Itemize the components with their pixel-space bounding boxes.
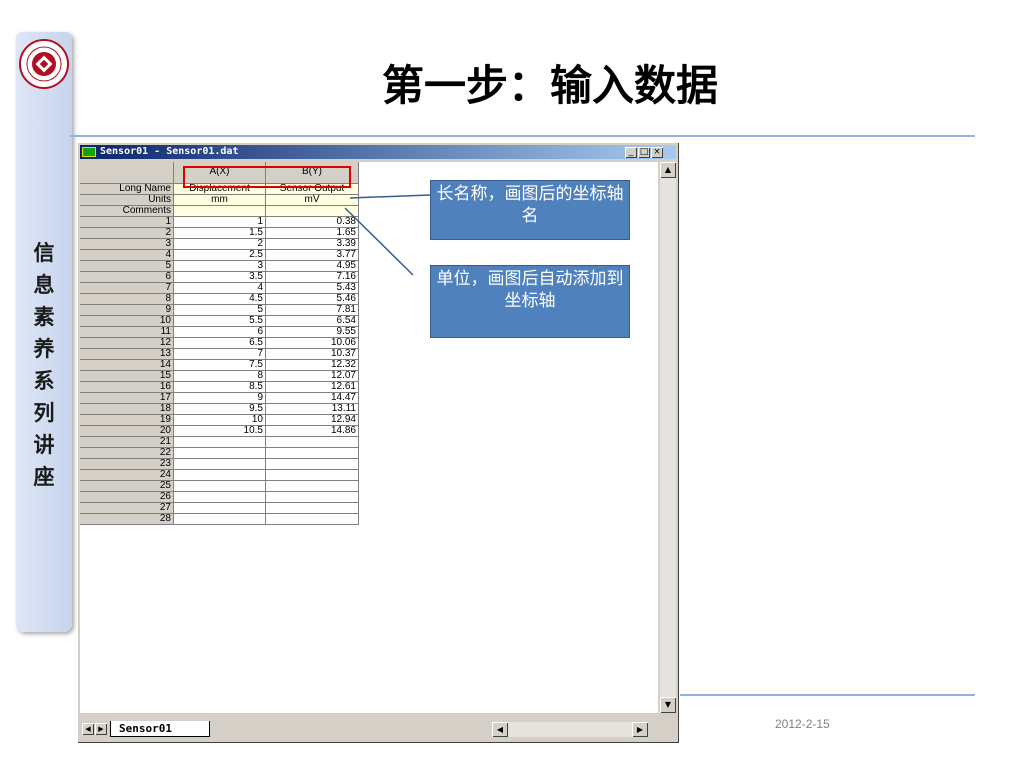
units-callout: 单位，画图后自动添加到坐标轴	[430, 265, 630, 338]
callout-connector-lines	[344, 194, 431, 276]
long-name-callout: 长名称，画图后的坐标轴名	[430, 180, 630, 240]
